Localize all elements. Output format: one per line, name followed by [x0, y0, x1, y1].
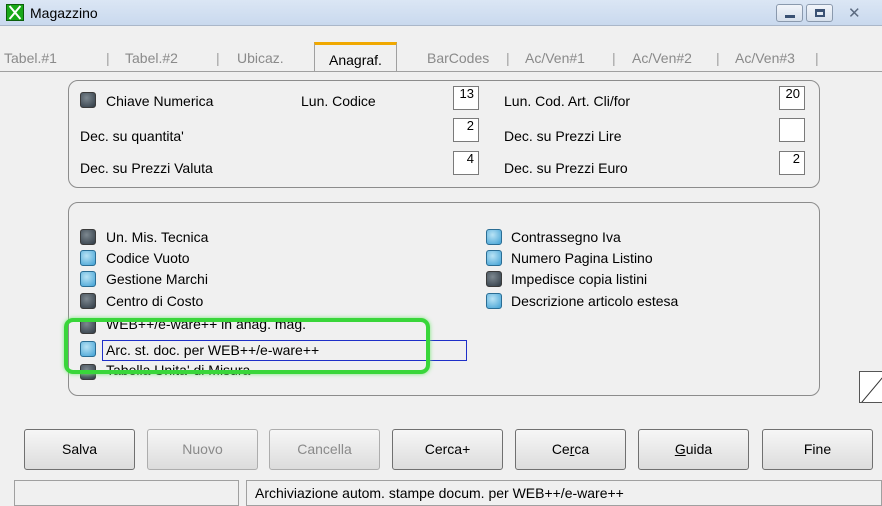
tab-barcodes[interactable]: BarCodes [427, 46, 489, 70]
cerca-label-a: Ce [551, 441, 570, 457]
tab-tabel2[interactable]: Tabel.#2 [125, 46, 178, 70]
guida-accelerator: G [674, 441, 686, 457]
tab-acven1[interactable]: Ac/Ven#1 [525, 46, 585, 70]
tab-separator: | [815, 50, 819, 66]
tab-ubicaz[interactable]: Ubicaz. [237, 46, 284, 70]
guida-button[interactable]: Guida [638, 429, 749, 470]
cerca-button[interactable]: Cerca [515, 429, 626, 470]
numero-pagina-listino-label: Numero Pagina Listino [511, 250, 653, 266]
close-icon: ✕ [848, 5, 861, 22]
tab-acven2[interactable]: Ac/Ven#2 [632, 46, 692, 70]
resize-grip-icon[interactable] [859, 371, 882, 403]
tab-panel-border [0, 71, 882, 72]
centro-di-costo-label: Centro di Costo [106, 293, 204, 309]
title-bar[interactable]: Magazzino ✕ [0, 0, 882, 26]
un-mis-tecnica-checkbox[interactable] [80, 229, 96, 245]
descrizione-articolo-estesa-label: Descrizione articolo estesa [511, 293, 679, 309]
tab-separator: | [106, 50, 110, 66]
dec-prezzi-valuta-label: Dec. su Prezzi Valuta [80, 160, 213, 176]
tab-anagraf[interactable]: Anagraf. [314, 42, 397, 72]
excel-app-icon [6, 4, 24, 21]
lun-codice-field[interactable]: 13 [453, 86, 479, 110]
dec-prezzi-lire-label: Dec. su Prezzi Lire [504, 128, 622, 144]
codice-vuoto-checkbox[interactable] [80, 250, 96, 266]
contrassegno-iva-checkbox[interactable] [486, 229, 502, 245]
lun-codice-label: Lun. Codice [301, 93, 376, 109]
maximize-button[interactable] [806, 4, 833, 22]
gestione-marchi-label: Gestione Marchi [106, 271, 208, 287]
numero-pagina-listino-checkbox[interactable] [486, 250, 502, 266]
contrassegno-iva-label: Contrassegno Iva [511, 229, 621, 245]
cerca-plus-button[interactable]: Cerca+ [392, 429, 503, 470]
tab-tabel1[interactable]: Tabel.#1 [4, 46, 57, 70]
window-title: Magazzino [30, 5, 98, 21]
dec-quantita-field[interactable]: 2 [453, 118, 479, 142]
magazzino-window: Magazzino ✕ Tabel.#1 | Tabel.#2 | Ubicaz… [0, 0, 882, 506]
minimize-icon [785, 15, 795, 18]
tab-separator: | [612, 50, 616, 66]
dec-prezzi-lire-field[interactable] [779, 118, 805, 142]
close-button[interactable]: ✕ [842, 4, 869, 22]
status-message: Archiviazione autom. stampe docum. per W… [246, 480, 882, 506]
un-mis-tecnica-label: Un. Mis. Tecnica [106, 229, 209, 245]
guida-label: uida [685, 441, 713, 457]
maximize-icon [815, 9, 825, 17]
fine-button[interactable]: Fine [762, 429, 873, 470]
tab-separator: | [506, 50, 510, 66]
dec-prezzi-euro-label: Dec. su Prezzi Euro [504, 160, 628, 176]
lun-cod-art-field[interactable]: 20 [779, 86, 805, 110]
gestione-marchi-checkbox[interactable] [80, 271, 96, 287]
cerca-label-b: ca [574, 441, 590, 457]
tab-bar: Tabel.#1 | Tabel.#2 | Ubicaz. Anagraf. B… [0, 42, 882, 72]
minimize-button[interactable] [776, 4, 803, 22]
dec-prezzi-euro-field[interactable]: 2 [779, 151, 805, 175]
tab-separator: | [716, 50, 720, 66]
tab-separator: | [216, 50, 220, 66]
nuovo-button[interactable]: Nuovo [147, 429, 258, 470]
salva-button[interactable]: Salva [24, 429, 135, 470]
cancella-button[interactable]: Cancella [269, 429, 380, 470]
lun-cod-art-label: Lun. Cod. Art. Cli/for [504, 93, 631, 109]
chiave-numerica-label: Chiave Numerica [106, 93, 214, 109]
green-highlight [64, 318, 430, 374]
chiave-numerica-checkbox[interactable] [80, 92, 96, 108]
centro-di-costo-checkbox[interactable] [80, 293, 96, 309]
codice-vuoto-label: Codice Vuoto [106, 250, 190, 266]
dec-quantita-label: Dec. su quantita' [80, 128, 184, 144]
tab-acven3[interactable]: Ac/Ven#3 [735, 46, 795, 70]
dec-prezzi-valuta-field[interactable]: 4 [453, 151, 479, 175]
impedisce-copia-listini-label: Impedisce copia listini [511, 271, 648, 287]
descrizione-articolo-estesa-checkbox[interactable] [486, 293, 502, 309]
status-panel-left [14, 480, 239, 506]
impedisce-copia-listini-checkbox[interactable] [486, 271, 502, 287]
